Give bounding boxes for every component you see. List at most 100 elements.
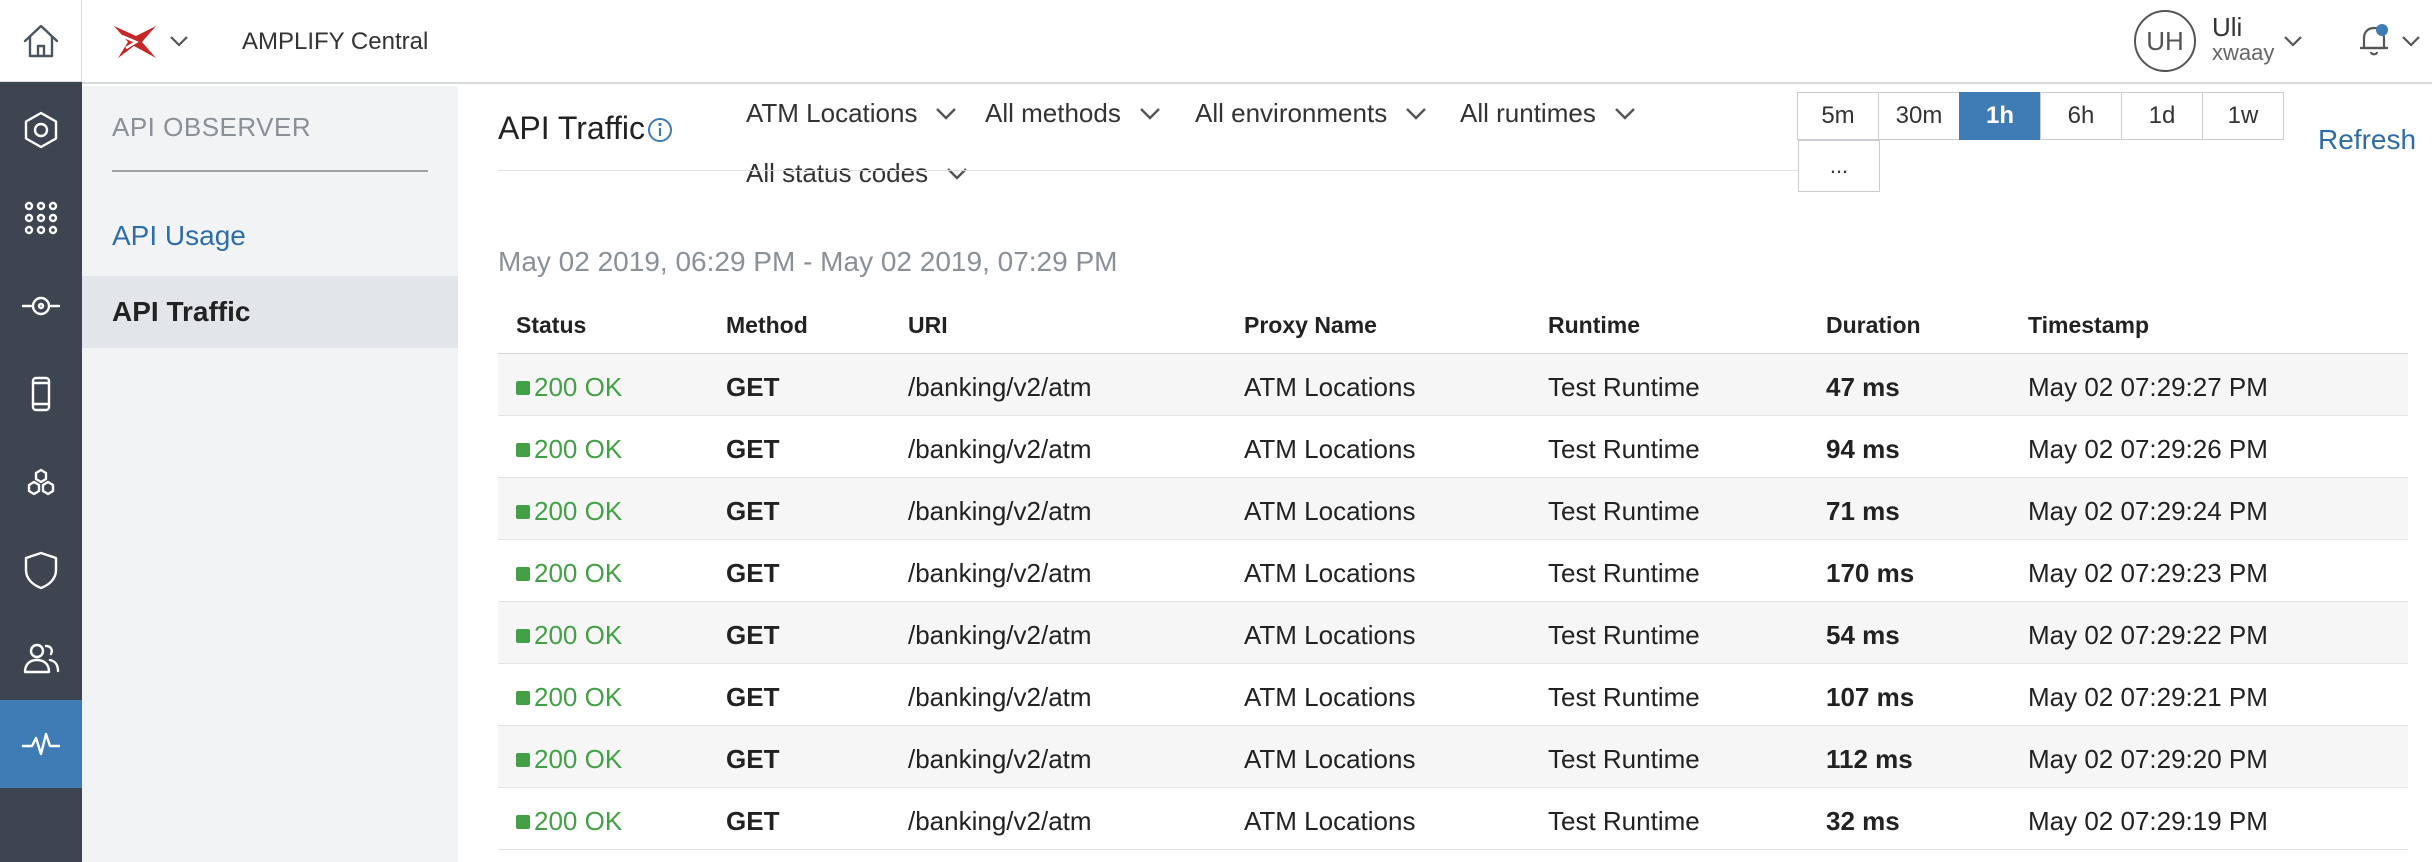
status-codes-filter-dropdown[interactable]: All status codes <box>746 158 970 189</box>
chevron-down-icon[interactable] <box>168 30 190 52</box>
refresh-button[interactable]: Refresh <box>2318 124 2416 156</box>
chevron-down-icon <box>1139 107 1160 120</box>
status-text: 200 OK <box>534 806 623 836</box>
cell-duration: 112 ms <box>1826 744 1913 774</box>
cell-duration: 170 ms <box>1826 558 1915 588</box>
app-title: AMPLIFY Central <box>242 28 429 55</box>
info-icon[interactable] <box>646 116 674 144</box>
column-header-timestamp[interactable]: Timestamp <box>2028 312 2149 339</box>
cell-timestamp: May 02 07:29:19 PM <box>2028 806 2268 836</box>
environments-filter-label: All environments <box>1195 98 1388 128</box>
table-row[interactable]: 200 OK GET/banking/v2/atm ATM Locations Tes… <box>498 354 2408 416</box>
cell-proxy: ATM Locations <box>1244 620 1416 650</box>
status-text: 200 OK <box>534 744 623 774</box>
column-header-duration[interactable]: Duration <box>1826 312 1921 339</box>
runtimes-filter-dropdown[interactable]: All runtimes <box>1460 98 1638 129</box>
status-dot-icon <box>516 690 530 705</box>
chevron-down-icon[interactable] <box>2282 30 2304 52</box>
hexagon-cluster-icon[interactable] <box>0 438 82 526</box>
methods-filter-label: All methods <box>985 98 1121 128</box>
time-range-selector: 5m 30m 1h 6h 1d 1w <box>1797 92 2284 140</box>
chevron-down-icon <box>1614 107 1635 120</box>
time-range-5m-button[interactable]: 5m <box>1797 92 1879 140</box>
methods-filter-dropdown[interactable]: All methods <box>985 98 1163 129</box>
table-row[interactable]: 200 OK GET/banking/v2/atm ATM Locations Tes… <box>498 788 2408 850</box>
cell-duration: 107 ms <box>1826 682 1915 712</box>
status-dot-icon <box>516 442 530 457</box>
cell-runtime: Test Runtime <box>1548 682 1700 712</box>
time-range-30m-button[interactable]: 30m <box>1878 92 1960 140</box>
cell-status: 200 OK <box>516 496 622 527</box>
user-org: xwaay <box>2212 40 2275 65</box>
subnav-title: API OBSERVER <box>112 112 312 142</box>
pulse-icon[interactable] <box>0 700 82 788</box>
cell-proxy: ATM Locations <box>1244 744 1416 774</box>
cell-method: GET <box>726 372 780 402</box>
proxy-filter-label: ATM Locations <box>746 98 918 128</box>
top-bar: AMPLIFY Central UH Uli xwaay <box>82 0 2432 84</box>
column-header-method[interactable]: Method <box>726 312 808 339</box>
mobile-icon[interactable] <box>0 350 82 438</box>
cell-runtime: Test Runtime <box>1548 496 1700 526</box>
page-title: API Traffic <box>498 110 646 146</box>
status-text: 200 OK <box>534 372 623 402</box>
sub-navigation: API OBSERVER API Usage API Traffic <box>82 86 458 862</box>
cell-runtime: Test Runtime <box>1548 806 1700 836</box>
status-text: 200 OK <box>534 682 623 712</box>
time-range-more-button[interactable]: ... <box>1798 140 1880 192</box>
time-range-1w-button[interactable]: 1w <box>2202 92 2284 140</box>
status-dot-icon <box>516 628 530 643</box>
cell-runtime: Test Runtime <box>1548 372 1700 402</box>
status-dot-icon <box>516 814 530 829</box>
subnav-item-api-usage[interactable]: API Usage <box>82 200 458 272</box>
status-text: 200 OK <box>534 434 623 464</box>
status-dot-icon <box>516 752 530 767</box>
column-header-runtime[interactable]: Runtime <box>1548 312 1640 339</box>
status-text: 200 OK <box>534 620 623 650</box>
table-row[interactable]: 200 OK GET/banking/v2/atm ATM Locations Tes… <box>498 602 2408 664</box>
cell-uri: /banking/v2/atm <box>908 620 1092 650</box>
hexagon-icon[interactable] <box>0 86 82 174</box>
target-icon[interactable] <box>0 262 82 350</box>
table-row[interactable]: 200 OK GET/banking/v2/atm ATM Locations Tes… <box>498 726 2408 788</box>
status-dot-icon <box>516 504 530 519</box>
cell-timestamp: May 02 07:29:24 PM <box>2028 496 2268 526</box>
table-row[interactable]: 200 OK GET/banking/v2/atm ATM Locations Tes… <box>498 478 2408 540</box>
subnav-item-api-traffic[interactable]: API Traffic <box>82 276 458 348</box>
time-range-1d-button[interactable]: 1d <box>2121 92 2203 140</box>
status-text: 200 OK <box>534 496 623 526</box>
cell-timestamp: May 02 07:29:23 PM <box>2028 558 2268 588</box>
home-icon[interactable] <box>0 0 82 82</box>
chevron-down-icon[interactable] <box>2400 30 2422 52</box>
time-range-1h-button[interactable]: 1h <box>1959 92 2041 140</box>
cell-uri: /banking/v2/atm <box>908 372 1092 402</box>
traffic-table: Status Method URI Proxy Name Runtime Dur… <box>498 300 2408 850</box>
bell-icon[interactable] <box>2354 20 2394 60</box>
cell-method: GET <box>726 558 780 588</box>
proxy-filter-dropdown[interactable]: ATM Locations <box>746 98 959 129</box>
table-row[interactable]: 200 OK GET/banking/v2/atm ATM Locations Tes… <box>498 416 2408 478</box>
logo-icon[interactable] <box>112 22 158 62</box>
users-icon[interactable] <box>0 614 82 702</box>
cell-timestamp: May 02 07:29:26 PM <box>2028 434 2268 464</box>
cell-proxy: ATM Locations <box>1244 558 1416 588</box>
avatar[interactable]: UH <box>2134 10 2196 72</box>
cell-proxy: ATM Locations <box>1244 682 1416 712</box>
time-range-6h-button[interactable]: 6h <box>2040 92 2122 140</box>
cell-status: 200 OK <box>516 434 622 465</box>
cell-proxy: ATM Locations <box>1244 372 1416 402</box>
cell-status: 200 OK <box>516 372 622 403</box>
column-header-proxy-name[interactable]: Proxy Name <box>1244 312 1377 339</box>
column-header-status[interactable]: Status <box>516 312 586 339</box>
column-header-uri[interactable]: URI <box>908 312 948 339</box>
cell-method: GET <box>726 496 780 526</box>
cell-timestamp: May 02 07:29:22 PM <box>2028 620 2268 650</box>
cell-timestamp: May 02 07:29:21 PM <box>2028 682 2268 712</box>
cell-duration: 94 ms <box>1826 434 1900 464</box>
table-row[interactable]: 200 OK GET/banking/v2/atm ATM Locations Tes… <box>498 664 2408 726</box>
shield-icon[interactable] <box>0 526 82 614</box>
table-row[interactable]: 200 OK GET/banking/v2/atm ATM Locations Tes… <box>498 540 2408 602</box>
environments-filter-dropdown[interactable]: All environments <box>1195 98 1429 129</box>
apps-grid-icon[interactable] <box>0 174 82 262</box>
user-name[interactable]: Uli <box>2212 12 2242 43</box>
